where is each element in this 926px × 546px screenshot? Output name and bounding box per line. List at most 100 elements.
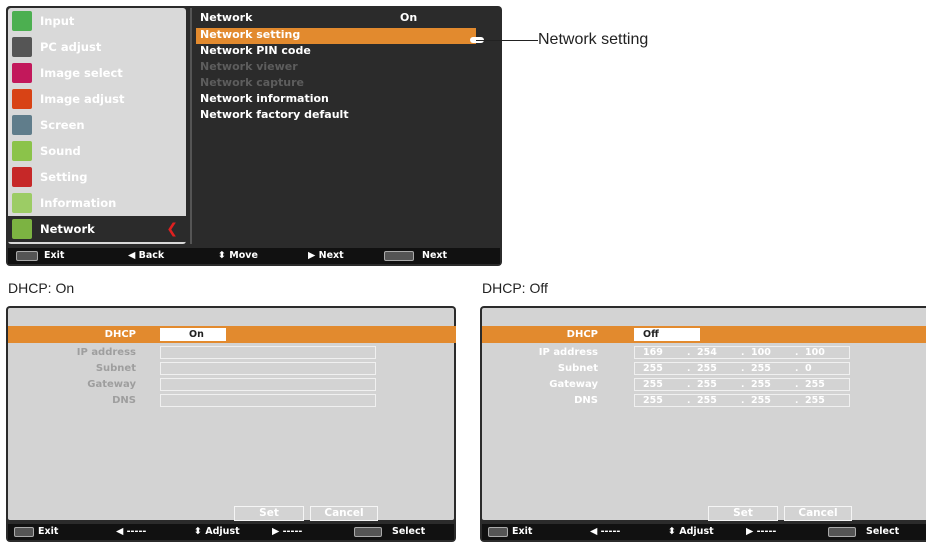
- status-select: Select: [392, 526, 426, 537]
- sidebar-item-input[interactable]: Input: [8, 8, 186, 34]
- setting-icon: [12, 167, 32, 187]
- callout-line: [476, 40, 538, 41]
- submenu-item-network-viewer: Network viewer: [200, 60, 298, 73]
- status-next: ▶ Next: [308, 250, 344, 261]
- status-move: ⬍ Move: [218, 250, 258, 261]
- select-key-icon: [828, 527, 856, 537]
- field-label-dns: DNS: [112, 395, 136, 406]
- dns-octet: 255: [643, 395, 663, 406]
- status-back: ◀ Back: [128, 250, 165, 261]
- dhcp-label: DHCP: [104, 329, 136, 340]
- submenu-item-network-information[interactable]: Network information: [200, 92, 329, 107]
- dhcp-off-status-bar: Exit ◀ ----- ⬍ Adjust ▶ ----- Select: [482, 524, 926, 540]
- cancel-button[interactable]: Cancel: [310, 506, 378, 521]
- gateway-octet: 255: [643, 379, 663, 390]
- octet-separator: .: [687, 364, 691, 374]
- dns-octet: 255: [805, 395, 825, 406]
- octet-separator: .: [741, 380, 745, 390]
- sidebar-item-label: Network: [40, 222, 95, 236]
- octet-separator: .: [795, 348, 799, 358]
- status-exit: Exit: [38, 526, 59, 537]
- gateway-field[interactable]: 255. 255. 255. 255: [634, 378, 850, 391]
- menu-key-icon: [14, 527, 34, 537]
- submenu-item-network-factory-default[interactable]: Network factory default: [200, 108, 349, 123]
- octet-separator: .: [795, 396, 799, 406]
- field-label-gateway: Gateway: [87, 379, 136, 390]
- status-left: ◀ -----: [590, 526, 621, 537]
- select-key-icon: [384, 251, 414, 261]
- sidebar-item-sound[interactable]: Sound: [8, 138, 186, 164]
- main-menu-sidebar: Input PC adjust Image select Image adjust Sc…: [8, 8, 186, 244]
- field-label-subnet: Subnet: [95, 363, 136, 374]
- ip-address-field: [160, 346, 376, 359]
- status-select: Select: [866, 526, 900, 537]
- ip-address-octet: 254: [697, 347, 717, 358]
- dhcp-value-field[interactable]: On: [160, 328, 226, 341]
- network-submenu: Network On Network setting Network PIN co…: [190, 8, 500, 244]
- status-exit: Exit: [44, 250, 65, 261]
- sidebar-item-network[interactable]: Network ❮: [8, 216, 186, 242]
- sidebar-item-screen[interactable]: Screen: [8, 112, 186, 138]
- ip-address-octet: 100: [751, 347, 771, 358]
- dns-field: [160, 394, 376, 407]
- gateway-octet: 255: [751, 379, 771, 390]
- octet-separator: .: [795, 364, 799, 374]
- octet-separator: .: [687, 396, 691, 406]
- status-right: ▶ -----: [746, 526, 777, 537]
- network-menu-screen: Input PC adjust Image select Image adjust Sc…: [6, 6, 502, 266]
- submenu-item-network-pin-code[interactable]: Network PIN code: [200, 44, 311, 59]
- octet-separator: .: [795, 380, 799, 390]
- sidebar-item-label: Input: [40, 14, 75, 28]
- octet-separator: .: [687, 348, 691, 358]
- sidebar-item-label: Image adjust: [40, 92, 125, 106]
- ip-address-octet: 169: [643, 347, 663, 358]
- subnet-field[interactable]: 255. 255. 255. 0: [634, 362, 850, 375]
- status-right: ▶ -----: [272, 526, 303, 537]
- status-adjust: ⬍ Adjust: [194, 526, 240, 537]
- dhcp-on-dialog: DHCP On Set Cancel Exit ◀ ----- ⬍ Adjust ▶ …: [6, 306, 456, 542]
- octet-separator: .: [741, 396, 745, 406]
- sidebar-item-image-adjust[interactable]: Image adjust: [8, 86, 186, 112]
- field-label-subnet: Subnet: [557, 363, 598, 374]
- field-label-dns: DNS: [574, 395, 598, 406]
- subnet-field: [160, 362, 376, 375]
- dhcp-off-dialog: DHCP Off Set Cancel Exit ◀ ----- ⬍ Adjust ▶…: [480, 306, 926, 542]
- dhcp-label: DHCP: [566, 329, 598, 340]
- pc-adjust-icon: [12, 37, 32, 57]
- sidebar-item-information[interactable]: Information: [8, 190, 186, 216]
- menu-key-icon: [16, 251, 38, 261]
- chevron-left-icon: ❮: [166, 221, 178, 237]
- set-button[interactable]: Set: [708, 506, 778, 521]
- select-key-icon: [354, 527, 382, 537]
- octet-separator: .: [741, 364, 745, 374]
- gateway-field: [160, 378, 376, 391]
- information-icon: [12, 193, 32, 213]
- sidebar-item-image-select[interactable]: Image select: [8, 60, 186, 86]
- dhcp-value-field[interactable]: Off: [634, 328, 700, 341]
- sidebar-item-pc-adjust[interactable]: PC adjust: [8, 34, 186, 60]
- subnet-octet: 0: [805, 363, 812, 374]
- dhcp-value: On: [189, 329, 204, 340]
- network-value[interactable]: On: [400, 11, 417, 26]
- ip-address-field[interactable]: 169. 254. 100. 100: [634, 346, 850, 359]
- sidebar-item-label: Image select: [40, 66, 123, 80]
- sidebar-item-label: Sound: [40, 144, 81, 158]
- sidebar-item-setting[interactable]: Setting: [8, 164, 186, 190]
- network-label: Network: [200, 11, 253, 24]
- submenu-item-network-capture: Network capture: [200, 76, 305, 89]
- caption-dhcp-off: DHCP: Off: [482, 280, 548, 296]
- caption-dhcp-on: DHCP: On: [8, 280, 75, 296]
- dns-field[interactable]: 255. 255. 255. 255: [634, 394, 850, 407]
- dns-octet: 255: [751, 395, 771, 406]
- field-label-ip-address: IP address: [538, 347, 598, 358]
- set-button[interactable]: Set: [234, 506, 304, 521]
- cancel-button[interactable]: Cancel: [784, 506, 852, 521]
- screen-icon: [12, 115, 32, 135]
- ip-address-octet: 100: [805, 347, 825, 358]
- gateway-octet: 255: [697, 379, 717, 390]
- image-adjust-icon: [12, 89, 32, 109]
- sidebar-item-label: Information: [40, 196, 117, 210]
- submenu-item-network-setting[interactable]: Network setting: [200, 28, 300, 43]
- octet-separator: .: [687, 380, 691, 390]
- dns-octet: 255: [697, 395, 717, 406]
